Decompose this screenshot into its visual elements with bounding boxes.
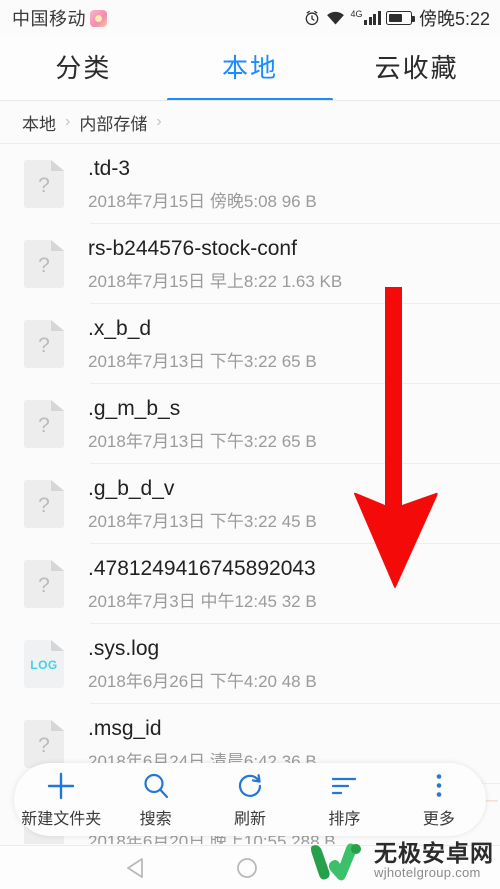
- breadcrumb-item-internal-storage[interactable]: 内部存储: [79, 110, 147, 135]
- back-triangle-icon[interactable]: [124, 857, 148, 884]
- file-subtitle: 2018年6月26日 下午4:20 48 B: [88, 672, 317, 692]
- network-generation-label: 4G: [350, 9, 363, 19]
- file-icon-glyph: ?: [38, 494, 50, 517]
- status-bar: 中国移动 4G 傍晚5:22: [0, 0, 500, 36]
- file-meta: .x_b_d 2018年7月13日 下午3:22 65 B: [88, 316, 317, 372]
- search-button[interactable]: 搜索: [108, 763, 202, 836]
- file-icon-glyph: ?: [38, 334, 50, 357]
- file-name: .4781249416745892043: [88, 556, 316, 580]
- new-folder-button[interactable]: 新建文件夹: [14, 763, 108, 836]
- site-watermark-text: 无极安卓网 wjhotelgroup.com: [374, 839, 494, 881]
- file-icon-glyph: ?: [38, 174, 50, 197]
- chevron-right-icon: ›: [65, 113, 71, 130]
- list-item[interactable]: ? rs-b244576-stock-conf 2018年7月15日 早上8:2…: [0, 224, 500, 304]
- unknown-file-icon: ?: [24, 480, 64, 528]
- list-item[interactable]: LOG .sys.log 2018年6月26日 下午4:20 48 B: [0, 624, 500, 704]
- file-name: .msg_id: [88, 716, 162, 740]
- tab-local[interactable]: 本地: [167, 36, 334, 101]
- file-meta: .td-3 2018年7月15日 傍晚5:08 96 B: [88, 156, 317, 212]
- more-label: 更多: [422, 810, 455, 828]
- file-subtitle: 2018年7月13日 下午3:22 65 B: [88, 432, 317, 452]
- list-item[interactable]: ? .4781249416745892043 2018年7月3日 中午12:45…: [0, 544, 500, 624]
- more-button[interactable]: 更多: [392, 763, 486, 836]
- log-file-icon: LOG: [24, 640, 64, 688]
- refresh-button[interactable]: 刷新: [203, 763, 297, 836]
- unknown-file-icon: ?: [24, 400, 64, 448]
- file-icon-glyph: ?: [38, 574, 50, 597]
- tab-cloud[interactable]: 云收藏: [333, 36, 500, 101]
- sort-button[interactable]: 排序: [297, 763, 391, 836]
- file-icon-glyph: ?: [38, 734, 50, 757]
- bottom-toolbar: 新建文件夹 搜索 刷新 排序 更多: [14, 763, 486, 836]
- list-item[interactable]: ? .x_b_d 2018年7月13日 下午3:22 65 B: [0, 304, 500, 384]
- signal-bars-icon: [364, 11, 381, 25]
- file-name: .x_b_d: [88, 316, 152, 340]
- breadcrumb: 本地 › 内部存储 ›: [0, 101, 500, 143]
- unknown-file-icon: ?: [24, 240, 64, 288]
- sort-label: 排序: [328, 810, 361, 828]
- file-name: .g_m_b_s: [88, 396, 181, 420]
- unknown-file-icon: ?: [24, 320, 64, 368]
- file-name: .sys.log: [88, 636, 160, 660]
- carrier-label: 中国移动: [12, 5, 107, 31]
- file-meta: .4781249416745892043 2018年7月3日 中午12:45 3…: [88, 556, 317, 612]
- site-watermark-name: 无极安卓网: [374, 839, 494, 866]
- more-vertical-icon: [424, 771, 454, 801]
- search-label: 搜索: [139, 810, 172, 828]
- search-icon: [141, 771, 171, 801]
- chevron-right-icon-2: ›: [156, 113, 162, 130]
- file-subtitle: 2018年7月15日 傍晚5:08 96 B: [88, 192, 317, 212]
- file-name: rs-b244576-stock-conf: [88, 236, 297, 260]
- home-circle-icon[interactable]: [235, 857, 259, 884]
- list-item[interactable]: ? .g_m_b_s 2018年7月13日 下午3:22 65 B: [0, 384, 500, 464]
- status-clock: 傍晚5:22: [418, 9, 490, 29]
- sort-icon: [329, 771, 359, 801]
- tab-categories[interactable]: 分类: [0, 36, 167, 101]
- file-subtitle: 2018年7月15日 早上8:22 1.63 KB: [88, 272, 343, 292]
- unknown-file-icon: ?: [24, 560, 64, 608]
- file-subtitle: 2018年7月3日 中午12:45 32 B: [88, 592, 317, 612]
- refresh-icon: [235, 771, 265, 801]
- new-folder-label: 新建文件夹: [21, 810, 102, 828]
- alarm-clock-icon: [306, 10, 319, 26]
- file-subtitle: 2018年7月13日 下午3:22 65 B: [88, 352, 317, 372]
- list-item[interactable]: ? .td-3 2018年7月15日 傍晚5:08 96 B: [0, 144, 500, 224]
- file-name: .td-3: [88, 156, 131, 180]
- w-logo-icon: [311, 843, 361, 881]
- file-icon-glyph: ?: [38, 254, 50, 277]
- unknown-file-icon: ?: [24, 160, 64, 208]
- file-list[interactable]: ? .td-3 2018年7月15日 傍晚5:08 96 B ? rs-b244…: [0, 144, 500, 844]
- file-meta: .g_b_d_v 2018年7月13日 下午3:22 45 B: [88, 476, 317, 532]
- list-item[interactable]: ? .g_b_d_v 2018年7月13日 下午3:22 45 B: [0, 464, 500, 544]
- refresh-label: 刷新: [234, 810, 267, 828]
- sim-badge-icon: [90, 10, 107, 27]
- file-icon-glyph: ?: [38, 414, 50, 437]
- file-meta: .g_m_b_s 2018年7月13日 下午3:22 65 B: [88, 396, 317, 452]
- carrier-name: 中国移动: [12, 9, 86, 29]
- wifi-icon: [327, 11, 345, 25]
- unknown-file-icon: ?: [24, 720, 64, 768]
- file-name: .g_b_d_v: [88, 476, 175, 500]
- breadcrumb-item-local[interactable]: 本地: [22, 110, 56, 135]
- phone-screen: 中国移动 4G 傍晚5:22 分类 本地 云收藏 本地 › 内部存储 › ? .…: [0, 0, 500, 889]
- site-watermark-url: wjhotelgroup.com: [374, 864, 481, 880]
- tab-bar: 分类 本地 云收藏: [0, 36, 500, 101]
- file-subtitle: 2018年7月13日 下午3:22 45 B: [88, 512, 317, 532]
- battery-icon: [385, 11, 415, 25]
- file-meta: rs-b244576-stock-conf 2018年7月15日 早上8:22 …: [88, 236, 342, 292]
- file-meta: .sys.log 2018年6月26日 下午4:20 48 B: [88, 636, 317, 692]
- plus-icon: [46, 771, 76, 801]
- site-watermark: 无极安卓网 wjhotelgroup.com: [306, 840, 494, 882]
- file-icon-glyph: LOG: [30, 658, 58, 672]
- status-icons: 4G 傍晚5:22: [303, 5, 490, 31]
